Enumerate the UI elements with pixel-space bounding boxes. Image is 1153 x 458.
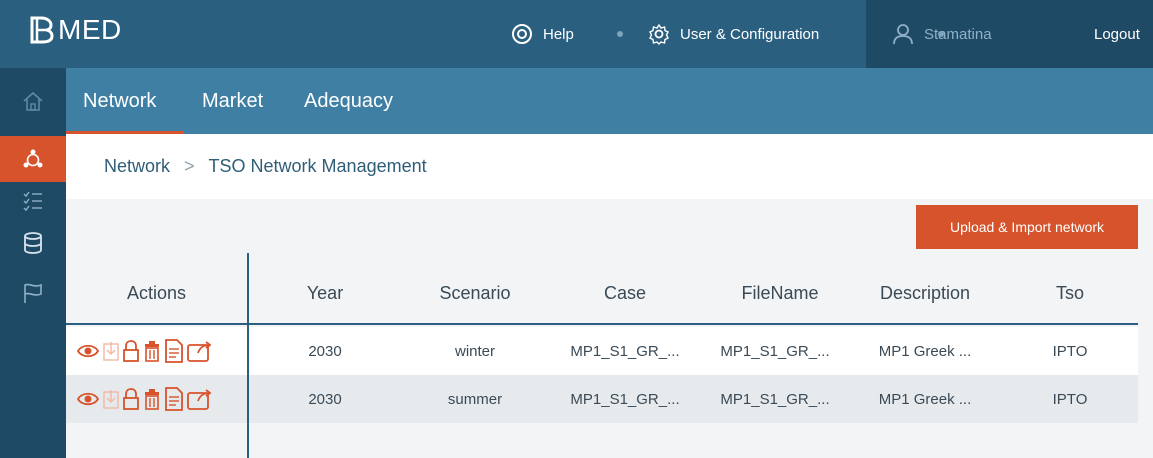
cell-description: MP1 Greek ... <box>878 391 972 408</box>
breadcrumb: Network > TSO Network Management <box>66 134 1153 199</box>
app-logo[interactable]: MED <box>28 14 122 46</box>
delete-icon[interactable] <box>142 340 162 362</box>
delete-icon[interactable] <box>142 388 162 410</box>
database-icon <box>24 232 42 254</box>
cell-filename: MP1_S1_GR_... <box>720 391 830 408</box>
header-divider <box>66 323 1138 325</box>
cell-tso: IPTO <box>1052 343 1088 360</box>
top-bar: MED Help User & Configuration Stamatina … <box>0 0 1153 68</box>
cell-year: 2030 <box>308 391 342 408</box>
column-header-actions: Actions <box>126 283 187 303</box>
breadcrumb-separator: > <box>184 156 195 176</box>
user-configuration-link[interactable]: User & Configuration <box>648 0 819 68</box>
export-icon[interactable] <box>186 388 212 410</box>
document-icon[interactable] <box>164 339 184 363</box>
cell-description: MP1 Greek ... <box>878 343 972 360</box>
config-label: User & Configuration <box>680 25 820 43</box>
upload-import-network-button[interactable]: Upload & Import network <box>916 205 1138 249</box>
cell-tso: IPTO <box>1052 391 1088 408</box>
column-header-scenario[interactable]: Scenario <box>420 283 530 304</box>
separator-dot <box>938 31 944 37</box>
gear-icon <box>648 23 670 45</box>
download-icon[interactable] <box>102 340 120 362</box>
sidebar-item-network[interactable] <box>0 136 66 182</box>
actions-column-divider <box>247 253 249 458</box>
lifebuoy-icon <box>511 23 533 45</box>
column-header-filename[interactable]: FileName <box>720 283 840 304</box>
user-area: Stamatina Logout <box>866 0 1153 68</box>
cell-scenario: winter <box>454 343 495 360</box>
home-icon <box>23 91 43 111</box>
document-icon[interactable] <box>164 387 184 411</box>
lock-icon[interactable] <box>122 388 140 410</box>
sidebar <box>0 68 66 458</box>
logout-button[interactable]: Logout <box>1094 0 1140 68</box>
user-icon <box>892 23 914 45</box>
column-header-year[interactable]: Year <box>280 283 370 304</box>
breadcrumb-root[interactable]: Network <box>104 156 170 177</box>
tab-adequacy[interactable]: Adequacy <box>304 68 393 134</box>
row-actions <box>76 339 212 363</box>
cell-scenario: summer <box>447 391 503 408</box>
cell-case: MP1_S1_GR_... <box>570 391 680 408</box>
table-row[interactable]: 2030 summer MP1_S1_GR_... MP1_S1_GR_... … <box>66 375 1138 423</box>
flag-icon <box>24 283 42 303</box>
help-link[interactable]: Help <box>511 0 574 68</box>
breadcrumb-current: TSO Network Management <box>208 156 427 176</box>
sidebar-item-database[interactable] <box>0 228 66 258</box>
cell-case: MP1_S1_GR_... <box>570 343 680 360</box>
view-icon[interactable] <box>76 389 100 409</box>
help-label: Help <box>543 25 574 43</box>
export-icon[interactable] <box>186 340 212 362</box>
column-header-description[interactable]: Description <box>860 283 990 304</box>
sidebar-item-checklist[interactable] <box>0 186 66 216</box>
lock-icon[interactable] <box>122 340 140 362</box>
checklist-icon <box>23 191 42 212</box>
cell-year: 2030 <box>308 343 342 360</box>
logout-label: Logout <box>1094 25 1140 43</box>
logo-text: MED <box>58 14 122 45</box>
view-icon[interactable] <box>76 341 100 361</box>
row-actions <box>76 387 212 411</box>
tab-network[interactable]: Network <box>83 68 156 134</box>
separator-dot <box>617 31 623 37</box>
column-header-case[interactable]: Case <box>570 283 680 304</box>
main-tabs: Network Market Adequacy <box>66 68 1153 134</box>
table-row[interactable]: 2030 winter MP1_S1_GR_... MP1_S1_GR_... … <box>66 327 1138 375</box>
user-name: Stamatina <box>924 25 992 43</box>
cell-filename: MP1_S1_GR_... <box>720 343 830 360</box>
download-icon[interactable] <box>102 388 120 410</box>
sidebar-item-home[interactable] <box>0 86 66 116</box>
network-icon <box>23 149 43 168</box>
logo-icon <box>30 16 54 44</box>
tab-market[interactable]: Market <box>202 68 263 134</box>
column-header-tso[interactable]: Tso <box>1030 283 1110 304</box>
sidebar-item-flag[interactable] <box>0 278 66 308</box>
